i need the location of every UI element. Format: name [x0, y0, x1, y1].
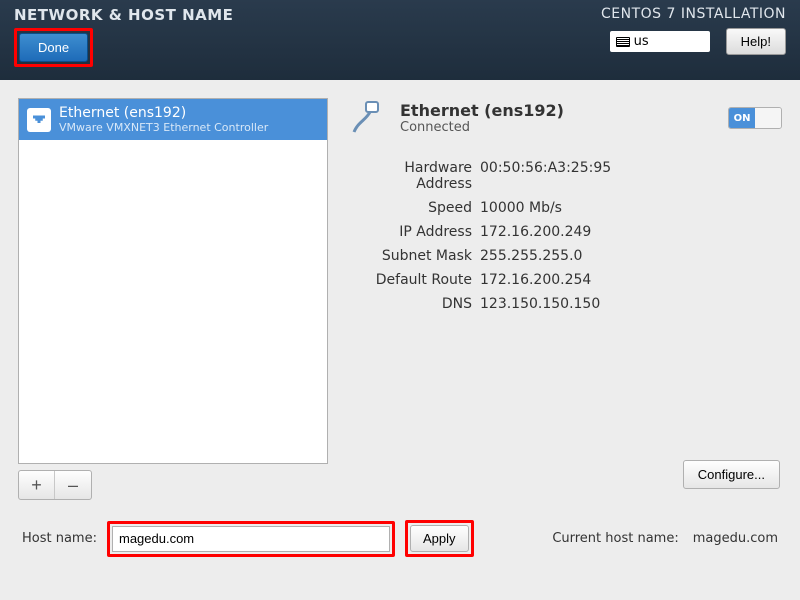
- detail-name: Ethernet (ens192): [400, 101, 564, 120]
- main: Ethernet (ens192) VMware VMXNET3 Etherne…: [0, 80, 800, 500]
- keyboard-icon: [616, 37, 630, 47]
- detail-row: IP Address172.16.200.249: [348, 220, 782, 244]
- toggle-off-side: [755, 108, 781, 128]
- detail-row: Subnet Mask255.255.255.0: [348, 244, 782, 268]
- footer: Host name: Apply Current host name: mage…: [0, 520, 800, 557]
- detail-row: Hardware Address00:50:56:A3:25:95: [348, 156, 782, 196]
- keyboard-layout-label: us: [634, 34, 649, 49]
- page-title: NETWORK & HOST NAME: [14, 6, 233, 24]
- installer-title: CENTOS 7 INSTALLATION: [601, 6, 786, 22]
- nic-buttons: + –: [18, 470, 92, 500]
- detail-rows: Hardware Address00:50:56:A3:25:95 Speed1…: [348, 156, 782, 316]
- ethernet-cable-icon: [348, 98, 388, 138]
- detail-row: Default Route172.16.200.254: [348, 268, 782, 292]
- detail-row: DNS123.150.150.150: [348, 292, 782, 316]
- toggle-on-label: ON: [729, 108, 755, 128]
- header-right: CENTOS 7 INSTALLATION us Help!: [601, 6, 786, 80]
- help-button[interactable]: Help!: [726, 28, 786, 55]
- configure-button[interactable]: Configure...: [683, 460, 780, 489]
- ethernet-icon: [27, 108, 51, 132]
- header: NETWORK & HOST NAME Done CENTOS 7 INSTAL…: [0, 0, 800, 80]
- nic-item[interactable]: Ethernet (ens192) VMware VMXNET3 Etherne…: [19, 99, 327, 140]
- current-hostname-value: magedu.com: [693, 531, 778, 546]
- detail-header: Ethernet (ens192) Connected ON: [348, 98, 782, 138]
- nic-list[interactable]: Ethernet (ens192) VMware VMXNET3 Etherne…: [18, 98, 328, 464]
- keyboard-layout[interactable]: us: [610, 31, 710, 52]
- apply-button[interactable]: Apply: [410, 525, 469, 552]
- configure-area: Configure...: [683, 460, 780, 489]
- remove-nic-button[interactable]: –: [55, 471, 91, 499]
- add-nic-button[interactable]: +: [19, 471, 55, 499]
- nic-column: Ethernet (ens192) VMware VMXNET3 Etherne…: [18, 98, 328, 500]
- hostname-input[interactable]: [112, 526, 390, 552]
- apply-highlight: Apply: [405, 520, 474, 557]
- header-left: NETWORK & HOST NAME Done: [14, 6, 233, 80]
- nic-name: Ethernet (ens192): [59, 105, 268, 121]
- detail-status: Connected: [400, 120, 564, 135]
- hostname-input-highlight: [107, 521, 395, 557]
- current-hostname-label: Current host name:: [552, 531, 678, 546]
- done-highlight: Done: [14, 28, 93, 67]
- hostname-label: Host name:: [22, 531, 97, 546]
- detail-column: Ethernet (ens192) Connected ON Hardware …: [348, 98, 782, 500]
- connection-toggle[interactable]: ON: [728, 107, 782, 129]
- done-button[interactable]: Done: [19, 33, 88, 62]
- detail-row: Speed10000 Mb/s: [348, 196, 782, 220]
- nic-subtitle: VMware VMXNET3 Ethernet Controller: [59, 121, 268, 134]
